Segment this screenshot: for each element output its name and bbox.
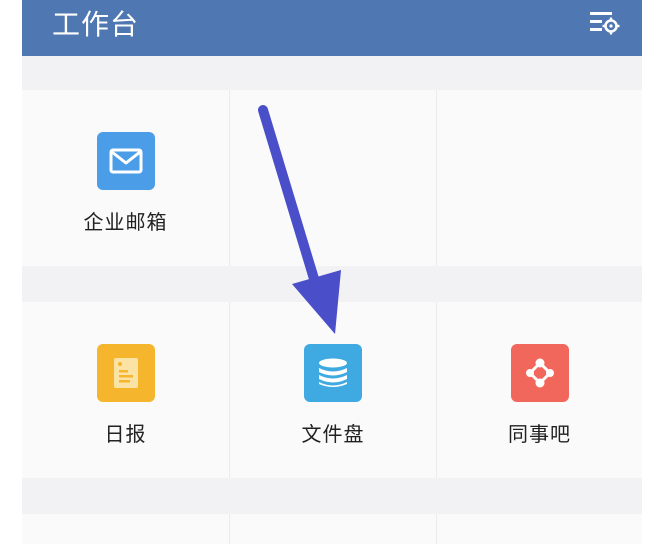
- app-screen: 工作台 企业邮箱 日报 文件盘 同事吧: [22, 0, 642, 544]
- app-tile-daily-report[interactable]: 日报: [22, 302, 230, 478]
- network-icon: [510, 344, 569, 402]
- empty-tile: [230, 90, 437, 266]
- app-tile[interactable]: [437, 514, 642, 544]
- database-icon: [304, 344, 362, 402]
- empty-tile: [437, 90, 642, 266]
- app-tile-file-drive[interactable]: 文件盘: [230, 302, 437, 478]
- page-title: 工作台: [52, 8, 140, 41]
- app-tile-mail[interactable]: 企业邮箱: [22, 90, 230, 266]
- app-grid-row: [22, 514, 642, 544]
- daily-report-icon: [96, 344, 155, 402]
- list-settings-icon[interactable]: [587, 6, 621, 38]
- header-bar: 工作台: [22, 0, 642, 56]
- app-label: 企业邮箱: [83, 210, 168, 234]
- app-tile[interactable]: [22, 514, 230, 544]
- screenshot-frame: 工作台 企业邮箱 日报 文件盘 同事吧: [0, 0, 665, 544]
- mail-icon: [96, 132, 155, 190]
- app-label: 文件盘: [301, 422, 365, 446]
- app-grid-row: 日报 文件盘 同事吧: [22, 302, 642, 478]
- app-label: 同事吧: [508, 422, 571, 446]
- app-tile-colleagues[interactable]: 同事吧: [437, 302, 642, 478]
- app-label: 日报: [104, 422, 147, 446]
- app-grid-row: 企业邮箱: [22, 90, 642, 266]
- app-tile[interactable]: [230, 514, 437, 544]
